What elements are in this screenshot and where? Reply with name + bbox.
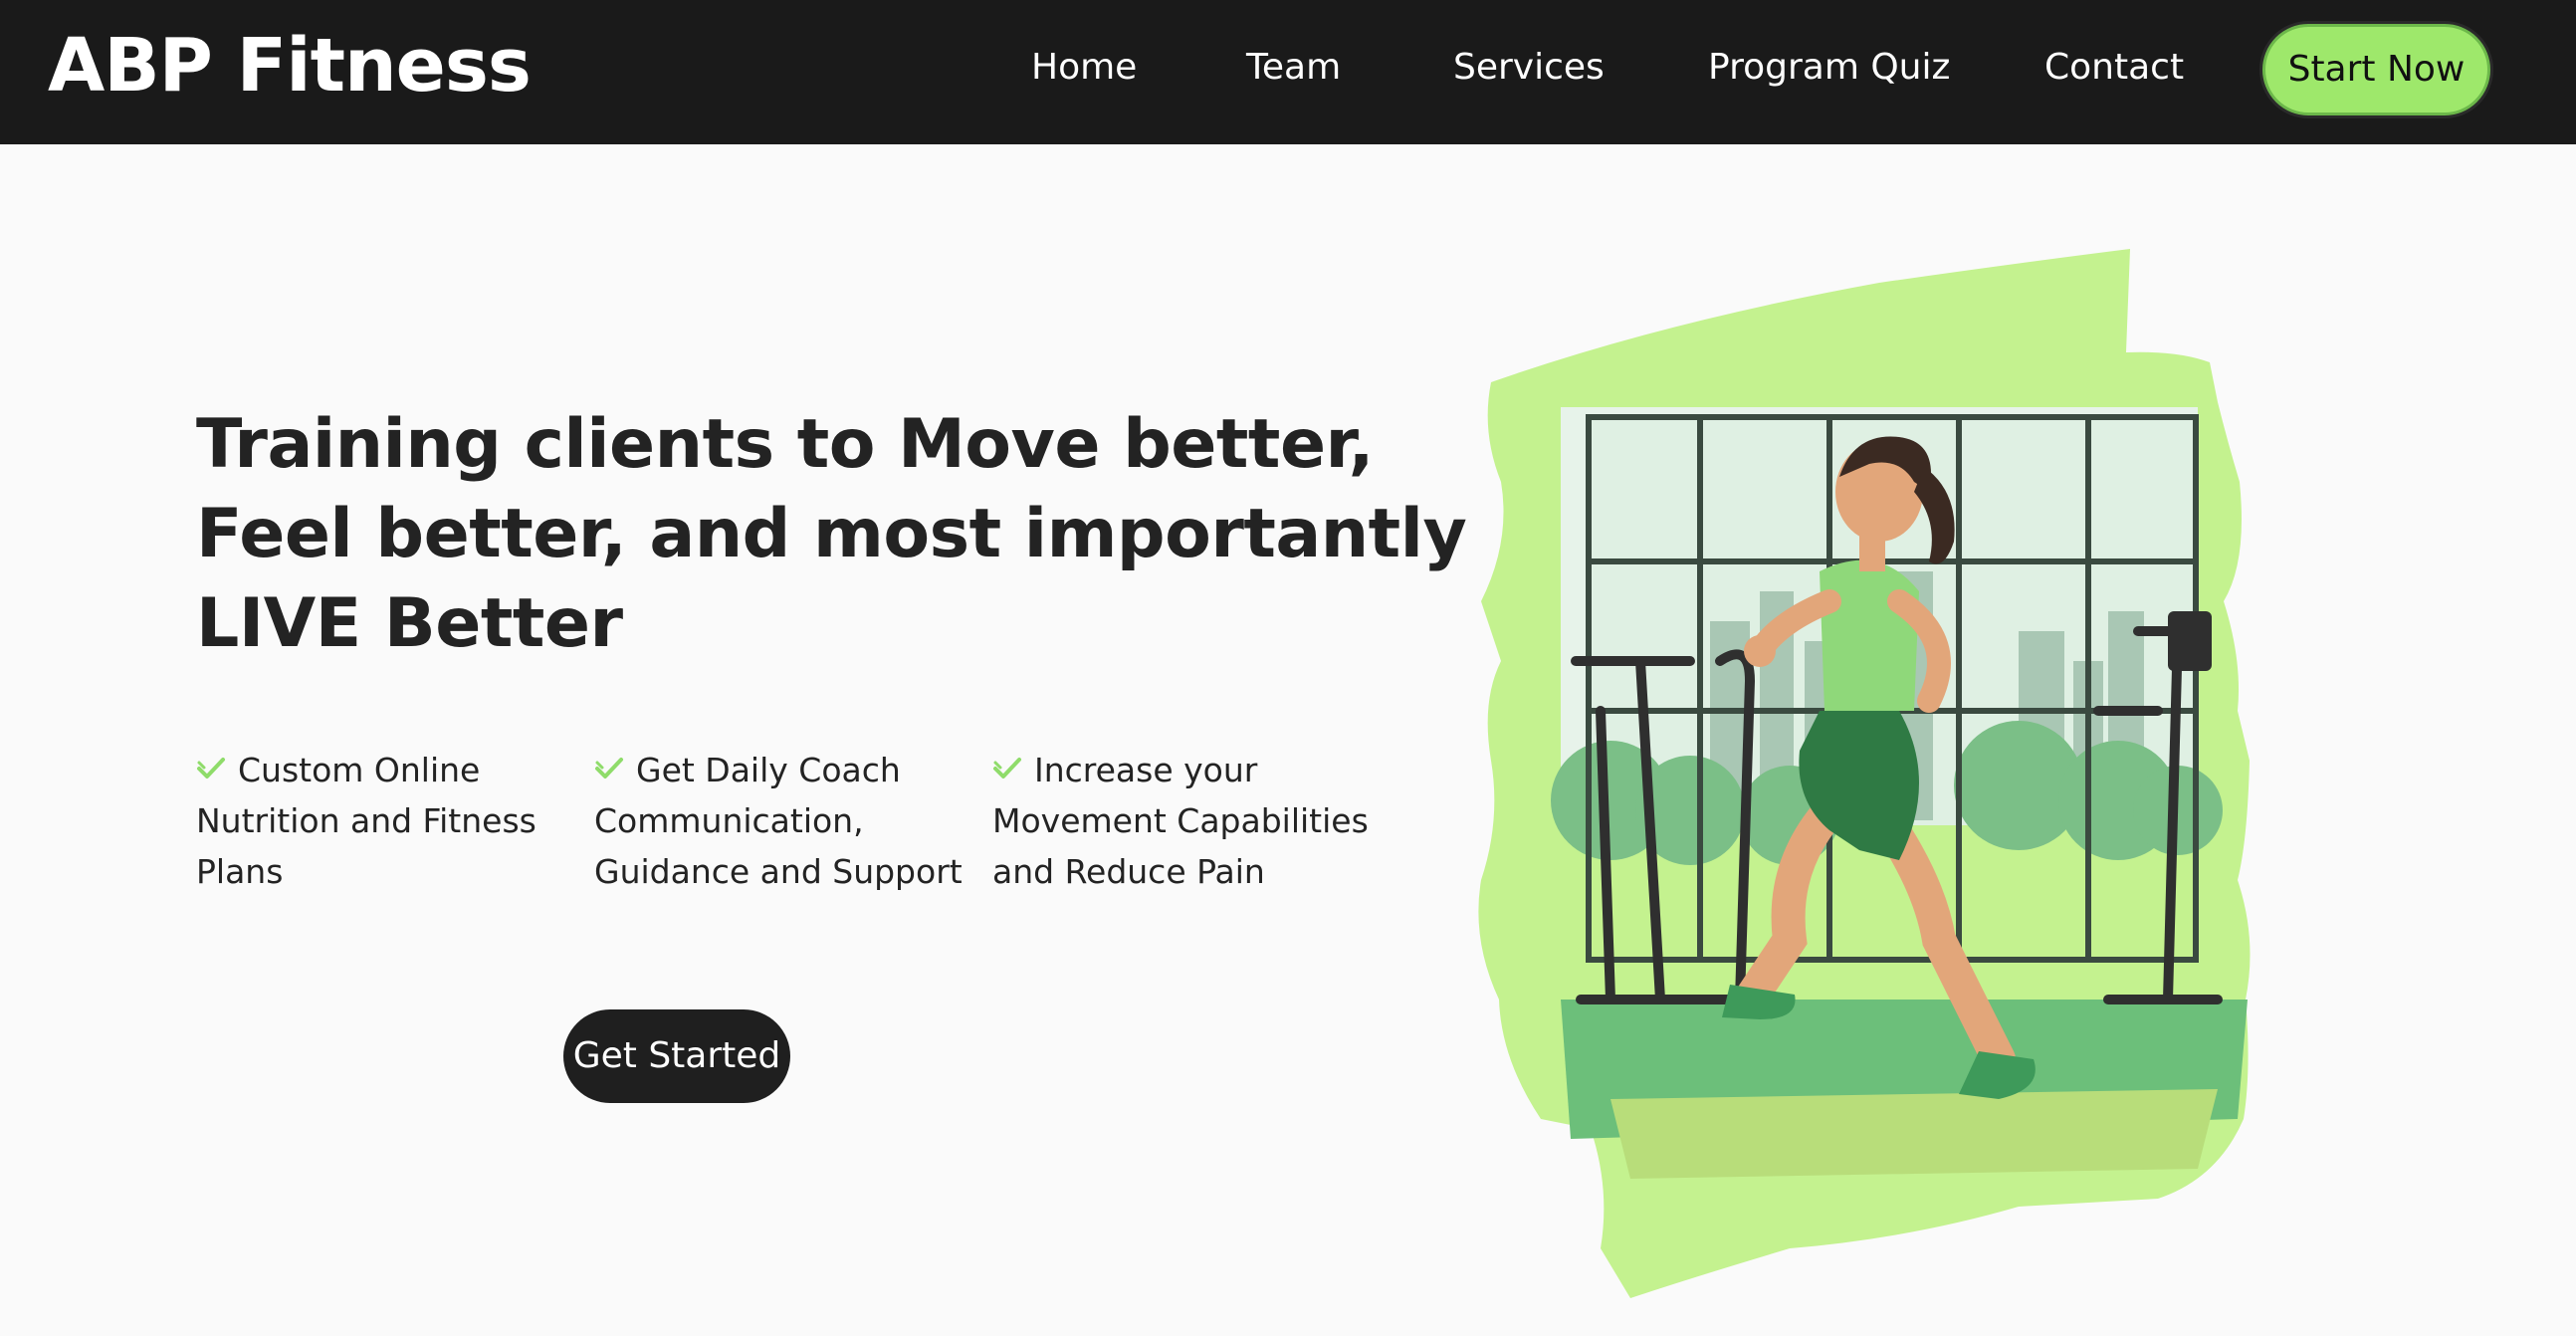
get-started-button[interactable]: Get Started — [563, 1009, 790, 1103]
check-icon — [993, 758, 1021, 779]
treadmill-console — [2168, 611, 2212, 671]
feature-text: Custom Online — [238, 751, 481, 789]
nav-link-home[interactable]: Home — [1031, 40, 1137, 96]
feature-line: Get Daily Coach — [594, 745, 972, 795]
start-now-button[interactable]: Start Now — [2262, 24, 2490, 115]
feature-line: Nutrition and Fitness — [196, 801, 537, 840]
feature-line: and Reduce Pain — [992, 852, 1265, 891]
hero-title-line: LIVE Better — [196, 584, 623, 663]
top-navbar: ABP Fitness Home Team Services Program Q… — [0, 0, 2576, 144]
brand-logo[interactable]: ABP Fitness — [48, 18, 532, 113]
feature-line: Custom Online — [196, 745, 574, 795]
hero-title-line: Feel better, and most importantly — [196, 495, 1467, 573]
nav-link-services[interactable]: Services — [1453, 40, 1605, 96]
feature-text: Increase your — [1034, 751, 1258, 789]
feature-line: Plans — [196, 852, 284, 891]
feature-daily-coach: Get Daily Coach Communication, Guidance … — [594, 745, 972, 897]
check-icon — [197, 758, 225, 779]
nav-link-program-quiz[interactable]: Program Quiz — [1708, 40, 1950, 96]
woman-running-gym-illustration — [1478, 249, 2251, 1298]
feature-custom-plans: Custom Online Nutrition and Fitness Plan… — [196, 745, 574, 897]
feature-line: Increase your — [992, 745, 1371, 795]
feature-line: Movement Capabilities — [992, 801, 1369, 840]
gym-floor-shadow — [1610, 1089, 2218, 1179]
hero-title-line: Training clients to Move better, — [196, 405, 1374, 484]
hero-title: Training clients to Move better, Feel be… — [196, 400, 1467, 669]
feature-line: Communication, — [594, 801, 864, 840]
nav-link-team[interactable]: Team — [1246, 40, 1341, 96]
feature-movement: Increase your Movement Capabilities and … — [992, 745, 1371, 897]
nav-link-contact[interactable]: Contact — [2044, 40, 2184, 96]
check-icon — [595, 758, 623, 779]
feature-text: Get Daily Coach — [636, 751, 901, 789]
feature-line: Guidance and Support — [594, 852, 963, 891]
